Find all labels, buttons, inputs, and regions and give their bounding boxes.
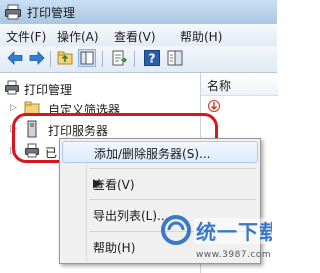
- window-title: 打印管理: [27, 6, 76, 20]
- toolbar-separator: [50, 51, 51, 67]
- back-arrow-icon[interactable]: [6, 49, 24, 67]
- menu-item-view[interactable]: 查看(V) ▶: [62, 173, 258, 195]
- submenu-arrow-icon: ▶: [93, 176, 103, 190]
- properties-pane-icon[interactable]: [166, 49, 184, 67]
- title-bar: 打印管理: [0, 0, 277, 24]
- menu-view[interactable]: 查看(V): [114, 28, 156, 45]
- up-folder-icon[interactable]: [56, 49, 74, 67]
- menu-separator: [90, 199, 256, 200]
- menu-separator: [90, 168, 256, 169]
- menu-file[interactable]: 文件(F): [6, 28, 46, 45]
- help-icon[interactable]: ?: [143, 49, 161, 67]
- column-header-name[interactable]: 名称: [201, 73, 278, 96]
- menu-bar: 文件(F) 操作(A) 查看(V) 帮助(H): [0, 24, 277, 47]
- svg-text:?: ?: [149, 52, 156, 66]
- menu-item-label: 添加/删除服务器(S)...: [94, 147, 211, 161]
- tree-item-label: 打印管理: [24, 83, 73, 97]
- toolbar-separator: [102, 51, 103, 67]
- show-hide-tree-icon[interactable]: [78, 49, 96, 67]
- export-list-icon[interactable]: [110, 49, 128, 67]
- menu-item-add-remove-servers[interactable]: 添加/删除服务器(S)...: [62, 141, 258, 163]
- expand-arrow-icon[interactable]: ▷: [10, 103, 17, 113]
- watermark-logo: 统一下载站: [161, 215, 272, 245]
- toolbar-separator: [134, 51, 135, 67]
- printer-app-icon: [4, 3, 22, 21]
- printer-icon: [4, 80, 20, 99]
- watermark-domain: www.3987.com: [196, 250, 272, 260]
- menu-item-label: 帮助(H): [93, 241, 136, 255]
- menu-item-label: 导出列表(L)...: [93, 209, 169, 223]
- forward-arrow-icon[interactable]: [28, 49, 46, 67]
- menu-help[interactable]: 帮助(H): [180, 28, 222, 45]
- menu-action[interactable]: 操作(A): [57, 28, 99, 45]
- column-header-label: 名称: [207, 79, 232, 93]
- svg-text:统一下载站: 统一下载站: [196, 220, 272, 244]
- toolbar: ?: [0, 46, 277, 73]
